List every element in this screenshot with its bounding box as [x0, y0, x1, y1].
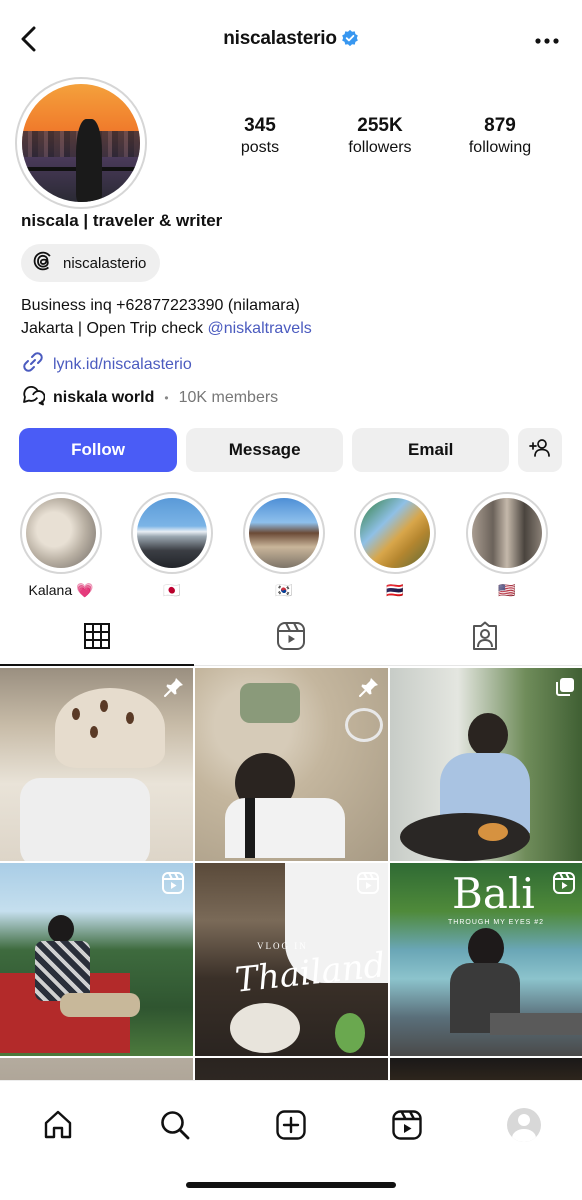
stat-number: 345: [244, 115, 276, 136]
post-thumbnail[interactable]: [195, 1058, 388, 1080]
username: niscalasterio: [223, 28, 337, 49]
post-overlay-subtitle: VLOG IN: [257, 941, 308, 951]
threads-handle: niscalasterio: [63, 254, 147, 272]
channel-icon: [21, 384, 46, 411]
tab-posts[interactable]: [0, 612, 194, 666]
avatar-photo: [22, 84, 140, 202]
bio-text: Jakarta | Open Trip check: [21, 320, 208, 337]
stat-number: 879: [484, 115, 516, 136]
page-title: niscalasterio: [0, 28, 582, 53]
post-thumbnail[interactable]: [0, 668, 193, 861]
create-post-icon[interactable]: [269, 1103, 313, 1147]
highlight-caption: 🇹🇭: [386, 582, 404, 598]
profile-actions: Follow Message Email: [19, 428, 563, 472]
stat-followers[interactable]: 255K followers: [320, 115, 440, 157]
reels-nav-icon[interactable]: [385, 1103, 429, 1147]
grid-icon: [83, 622, 111, 655]
profile-link[interactable]: lynk.id/niscalasterio: [21, 350, 192, 379]
stat-following[interactable]: 879 following: [440, 115, 560, 157]
highlight-thumbnail: [249, 498, 319, 568]
profile-nav-avatar[interactable]: [502, 1103, 546, 1147]
follow-button[interactable]: Follow: [19, 428, 178, 472]
highlight-thumbnail: [472, 498, 542, 568]
profile-tabs: [0, 612, 582, 666]
stat-label: following: [468, 139, 532, 156]
add-person-icon: [529, 437, 551, 464]
post-overlay-title: Thailand: [233, 945, 388, 1001]
email-button[interactable]: Email: [352, 428, 510, 472]
stat-posts[interactable]: 345 posts: [200, 115, 320, 157]
channel-name: niskala world: [53, 388, 155, 406]
bio-line: Jakarta | Open Trip check @niskaltravels: [21, 317, 312, 340]
post-overlay-subtitle: THROUGH MY EYES #2: [448, 919, 545, 926]
profile-avatar[interactable]: [15, 77, 147, 209]
highlight-item[interactable]: 🇺🇸: [465, 492, 549, 599]
profile-stats: 345 posts 255K followers 879 following: [200, 115, 560, 157]
highlight-caption: 🇯🇵: [163, 582, 181, 598]
broadcast-channel[interactable]: niskala world • 10K members: [21, 384, 278, 411]
tab-tagged[interactable]: [388, 612, 582, 665]
post-thumbnail[interactable]: [390, 668, 582, 861]
message-button[interactable]: Message: [186, 428, 344, 472]
highlight-item[interactable]: 🇯🇵: [130, 492, 214, 599]
avatar-placeholder-icon: [506, 1108, 541, 1142]
highlight-caption: 🇰🇷: [275, 582, 293, 598]
post-thumbnail[interactable]: [390, 1058, 582, 1080]
top-bar: niscalasterio: [0, 0, 582, 80]
channel-separator: •: [164, 390, 169, 405]
post-thumbnail[interactable]: VLOG IN Thailand: [195, 863, 388, 1056]
stat-number: 255K: [357, 115, 403, 136]
pin-icon: [163, 676, 185, 703]
highlight-item[interactable]: Kalana 💗: [19, 492, 103, 599]
reel-icon: [356, 871, 380, 900]
highlight-caption: Kalana 💗: [28, 582, 94, 598]
highlight-thumbnail: [360, 498, 430, 568]
bio-line: Business inq +62877223390 (nilamara): [21, 297, 300, 314]
reel-icon: [161, 871, 185, 900]
verified-badge-icon: [341, 29, 359, 53]
search-icon[interactable]: [153, 1103, 197, 1147]
profile-bio: Business inq +62877223390 (nilamara) Jak…: [21, 294, 312, 340]
home-icon[interactable]: [36, 1103, 80, 1147]
highlight-item[interactable]: 🇰🇷: [242, 492, 326, 599]
post-thumbnail[interactable]: [195, 668, 388, 861]
pin-icon: [358, 676, 380, 703]
home-indicator: [186, 1182, 396, 1188]
reels-icon: [276, 621, 306, 656]
channel-members: 10K members: [178, 388, 279, 406]
profile-name: niscala | traveler & writer: [21, 211, 223, 230]
more-horizontal-icon[interactable]: [532, 26, 562, 56]
post-thumbnail[interactable]: Bali THROUGH MY EYES #2: [390, 863, 582, 1056]
threads-icon: [33, 251, 53, 275]
stat-label: posts: [240, 139, 280, 156]
tab-reels[interactable]: [194, 612, 388, 665]
reel-icon: [552, 871, 576, 900]
highlight-caption: 🇺🇸: [498, 582, 516, 598]
highlight-item[interactable]: 🇹🇭: [353, 492, 437, 599]
link-text: lynk.id/niscalasterio: [53, 355, 192, 373]
carousel-icon: [554, 676, 576, 703]
threads-badge-button[interactable]: niscalasterio: [21, 244, 161, 282]
highlight-thumbnail: [137, 498, 207, 568]
post-overlay-title: Bali: [452, 869, 535, 918]
bio-mention-link[interactable]: @niskaltravels: [207, 320, 311, 337]
highlight-thumbnail: [26, 498, 96, 568]
stat-label: followers: [348, 139, 412, 156]
posts-grid: VLOG IN Thailand Bali THROUGH MY EYES #2: [0, 668, 582, 1080]
link-icon: [21, 350, 45, 379]
story-highlights: Kalana 💗 🇯🇵 🇰🇷 🇹🇭 🇺🇸: [0, 492, 582, 602]
suggest-people-button[interactable]: [518, 428, 563, 472]
post-thumbnail[interactable]: [0, 863, 193, 1056]
tagged-icon: [470, 621, 500, 656]
post-thumbnail[interactable]: [0, 1058, 193, 1080]
